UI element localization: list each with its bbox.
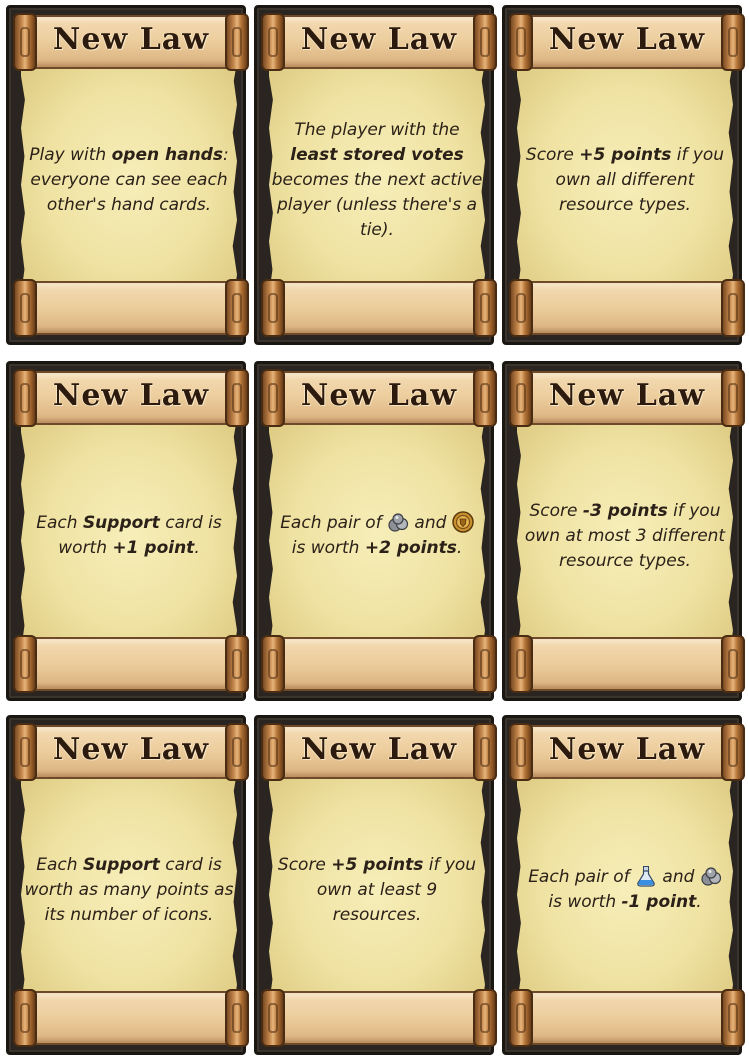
title-scroll: New Law: [509, 723, 745, 781]
card-text: Each pair of and is worth +2 points.: [269, 511, 485, 561]
law-card-4[interactable]: New Law Each Support card is worth +1 po…: [6, 361, 249, 701]
card-body: Each pair of and is worth +2 points.: [269, 418, 485, 654]
card-text: Each Support card is worth +1 point.: [36, 513, 222, 558]
title-scroll: New Law: [261, 723, 497, 781]
card-body: Each Support card is worth +1 point.: [21, 418, 237, 654]
card-title: New Law: [52, 22, 210, 57]
bottom-scroll: [261, 635, 497, 693]
law-card-8[interactable]: New Law Score +5 points if you own at le…: [254, 715, 497, 1055]
law-card-9[interactable]: New Law Each pair of and is worth -1 poi…: [502, 715, 745, 1055]
bottom-scroll: [261, 989, 497, 1047]
card-title: New Law: [52, 732, 210, 767]
law-card-6[interactable]: New Law Score -3 points if you own at mo…: [502, 361, 745, 701]
title-scroll: New Law: [13, 723, 249, 781]
card-title: New Law: [548, 22, 706, 57]
title-scroll: New Law: [261, 13, 497, 71]
card-body: Score +5 points if you own all different…: [517, 62, 733, 298]
card-body: Play with open hands: everyone can see e…: [21, 62, 237, 298]
card-body: Score +5 points if you own at least 9 re…: [269, 772, 485, 1008]
coin-shield-icon: [452, 511, 474, 533]
law-card-1[interactable]: New Law Play with open hands: everyone c…: [6, 5, 249, 345]
title-scroll: New Law: [509, 369, 745, 427]
title-scroll: New Law: [13, 13, 249, 71]
card-text: Score +5 points if you own at least 9 re…: [277, 854, 477, 925]
stone-icon: [388, 513, 409, 532]
law-card-7[interactable]: New Law Each Support card is worth as ma…: [6, 715, 249, 1055]
stone-icon: [701, 867, 721, 886]
law-card-2[interactable]: New Law The player with the least stored…: [254, 5, 497, 345]
title-scroll: New Law: [509, 13, 745, 71]
card-body: The player with the least stored votes b…: [269, 62, 485, 298]
card-text: Score -3 points if you own at most 3 dif…: [524, 500, 726, 571]
card-title: New Law: [548, 732, 706, 767]
bottom-scroll: [509, 635, 745, 693]
card-title: New Law: [52, 378, 210, 413]
potion-icon: [637, 865, 655, 887]
card-body: Each Support card is worth as many point…: [21, 772, 237, 1008]
card-text: Score +5 points if you own all different…: [525, 144, 725, 215]
card-text: Each pair of and is worth -1 point.: [517, 865, 733, 915]
card-body: Score -3 points if you own at most 3 dif…: [517, 418, 733, 654]
law-card-3[interactable]: New Law Score +5 points if you own all d…: [502, 5, 745, 345]
title-scroll: New Law: [261, 369, 497, 427]
bottom-scroll: [13, 635, 249, 693]
card-text: The player with the least stored votes b…: [271, 119, 483, 240]
card-title: New Law: [548, 378, 706, 413]
law-card-5[interactable]: New Law Each pair of and is worth +2 poi…: [254, 361, 497, 701]
bottom-scroll: [509, 279, 745, 337]
card-title: New Law: [300, 22, 458, 57]
bottom-scroll: [509, 989, 745, 1047]
card-text: Play with open hands: everyone can see e…: [29, 144, 229, 215]
bottom-scroll: [261, 279, 497, 337]
bottom-scroll: [13, 279, 249, 337]
title-scroll: New Law: [13, 369, 249, 427]
card-body: Each pair of and is worth -1 point.: [517, 772, 733, 1008]
bottom-scroll: [13, 989, 249, 1047]
card-title: New Law: [300, 732, 458, 767]
card-title: New Law: [300, 378, 458, 413]
card-text: Each Support card is worth as many point…: [24, 854, 234, 925]
